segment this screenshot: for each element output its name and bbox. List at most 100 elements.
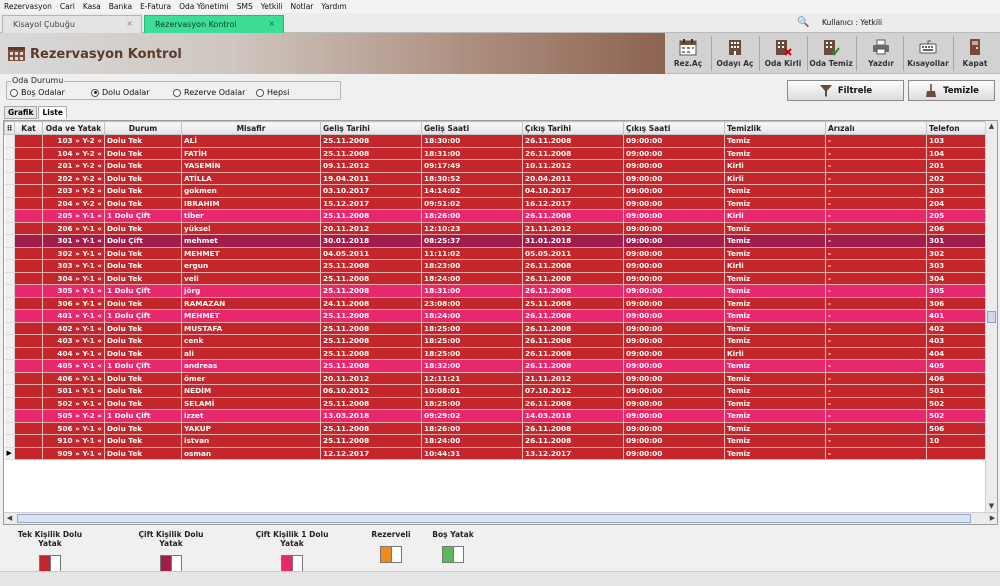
cell-csaat[interactable]: 09:00:00 <box>623 359 725 373</box>
cell-kat[interactable] <box>14 334 43 348</box>
cell-gtarih[interactable]: 25.11.2008 <box>320 147 422 160</box>
cell-durum[interactable]: Dolu Tek <box>104 247 182 260</box>
cell-durum[interactable]: Dolu Tek <box>104 334 182 348</box>
cell-arizali[interactable]: - <box>825 447 927 460</box>
menu-banka[interactable]: Banka <box>109 2 132 11</box>
cell-durum[interactable]: Dolu Tek <box>104 434 182 448</box>
scroll-left-icon[interactable]: ◀ <box>4 513 15 524</box>
cell-gtarih[interactable]: 03.10.2017 <box>320 184 422 198</box>
cell-gsaat[interactable]: 12:11:21 <box>421 372 523 385</box>
cell-oda[interactable]: 505 » Y-2 « <box>42 409 105 423</box>
cell-arizali[interactable]: - <box>825 309 927 323</box>
cell-arizali[interactable]: - <box>825 359 927 373</box>
cell-gtarih[interactable]: 06.10.2012 <box>320 384 422 398</box>
row-indicator[interactable] <box>4 247 15 260</box>
col-telefon[interactable]: Telefon <box>926 121 988 135</box>
cell-temizlik[interactable]: Temiz <box>724 359 826 373</box>
cell-kat[interactable] <box>14 397 43 410</box>
cell-temizlik[interactable]: Kirli <box>724 209 826 223</box>
cell-csaat[interactable]: 09:00:00 <box>623 159 725 173</box>
table-row[interactable]: 204 » Y-2 «Dolu Tek IBRAHIM 15.12.2017 09:5… <box>4 197 988 210</box>
cell-temizlik[interactable]: Temiz <box>724 234 826 248</box>
cell-misafir[interactable]: gokmen <box>181 184 321 198</box>
cell-telefon[interactable]: 404 <box>926 347 988 360</box>
cell-arizali[interactable]: - <box>825 159 927 173</box>
row-indicator[interactable] <box>4 309 15 323</box>
close-icon[interactable]: × <box>268 19 275 28</box>
cell-csaat[interactable]: 09:00:00 <box>623 347 725 360</box>
cell-kat[interactable] <box>14 159 43 173</box>
cell-csaat[interactable]: 09:00:00 <box>623 322 725 335</box>
cell-durum[interactable]: 1 Dolu Çift <box>104 409 182 423</box>
cell-csaat[interactable]: 09:00:00 <box>623 272 725 285</box>
cell-gsaat[interactable]: 18:24:00 <box>421 272 523 285</box>
cell-kat[interactable] <box>14 309 43 323</box>
cell-csaat[interactable]: 09:00:00 <box>623 134 725 148</box>
cell-gsaat[interactable]: 18:30:52 <box>421 172 523 185</box>
cell-kat[interactable] <box>14 259 43 273</box>
radio-bos-odalar[interactable]: Boş Odalar <box>10 88 65 97</box>
cell-telefon[interactable]: 202 <box>926 172 988 185</box>
cell-oda[interactable]: 202 » Y-2 « <box>42 172 105 185</box>
cell-oda[interactable]: 406 » Y-1 « <box>42 372 105 385</box>
cell-arizali[interactable]: - <box>825 222 927 235</box>
cell-durum[interactable]: 1 Dolu Çift <box>104 309 182 323</box>
cell-gtarih[interactable]: 25.11.2008 <box>320 322 422 335</box>
table-row[interactable]: 502 » Y-1 «Dolu Tek SELAMİ 25.11.2008 18:25… <box>4 397 988 410</box>
col-gelis-tarihi[interactable]: Geliş Tarihi <box>320 121 422 135</box>
cell-oda[interactable]: 305 » Y-1 « <box>42 284 105 298</box>
cell-gsaat[interactable]: 18:32:00 <box>421 359 523 373</box>
cell-telefon[interactable]: 303 <box>926 259 988 273</box>
cell-telefon[interactable]: 406 <box>926 372 988 385</box>
cell-ctarih[interactable]: 21.11.2012 <box>522 222 624 235</box>
cell-temizlik[interactable]: Temiz <box>724 284 826 298</box>
cell-oda[interactable]: 205 » Y-1 « <box>42 209 105 223</box>
cell-misafir[interactable]: andreas <box>181 359 321 373</box>
cell-telefon[interactable]: 306 <box>926 297 988 310</box>
cell-temizlik[interactable]: Temiz <box>724 372 826 385</box>
cell-ctarih[interactable]: 26.11.2008 <box>522 397 624 410</box>
cell-gtarih[interactable]: 25.11.2008 <box>320 434 422 448</box>
cell-kat[interactable] <box>14 409 43 423</box>
cell-telefon[interactable]: 506 <box>926 422 988 435</box>
cell-gsaat[interactable]: 18:24:00 <box>421 309 523 323</box>
table-row[interactable]: 302 » Y-1 «Dolu Tek MEHMET 04.05.2011 11:11… <box>4 247 988 260</box>
row-indicator[interactable] <box>4 197 15 210</box>
cell-gtarih[interactable]: 20.11.2012 <box>320 222 422 235</box>
cell-durum[interactable]: Dolu Tek <box>104 422 182 435</box>
cell-durum[interactable]: Dolu Tek <box>104 372 182 385</box>
cell-gtarih[interactable]: 04.05.2011 <box>320 247 422 260</box>
cell-durum[interactable]: Dolu Tek <box>104 184 182 198</box>
table-row[interactable]: 205 » Y-1 «1 Dolu Çift tiber 25.11.2008 18:… <box>4 209 988 223</box>
cell-gsaat[interactable]: 18:26:00 <box>421 422 523 435</box>
tab-grafik[interactable]: Grafik <box>4 106 38 119</box>
menu-efatura[interactable]: E-Fatura <box>140 2 171 11</box>
cell-durum[interactable]: Dolu Tek <box>104 159 182 173</box>
kisayollar-button[interactable]: Kısayollar <box>905 33 951 74</box>
cell-durum[interactable]: Dolu Çift <box>104 234 182 248</box>
table-row[interactable]: 402 » Y-1 «Dolu Tek MUSTAFA 25.11.2008 18:2… <box>4 322 988 335</box>
cell-telefon[interactable]: 502 <box>926 397 988 410</box>
cell-telefon[interactable]: 302 <box>926 247 988 260</box>
cell-csaat[interactable]: 09:00:00 <box>623 422 725 435</box>
col-cikis-tarihi[interactable]: Çıkış Tarihi <box>522 121 624 135</box>
cell-ctarih[interactable]: 07.10.2012 <box>522 384 624 398</box>
table-row[interactable]: 202 » Y-2 «Dolu Tek ATİLLA 19.04.2011 18:30… <box>4 172 988 185</box>
cell-kat[interactable] <box>14 209 43 223</box>
table-row[interactable]: 201 » Y-2 «Dolu Tek YASEMİN 09.11.2012 09:1… <box>4 159 988 173</box>
cell-gtarih[interactable]: 25.11.2008 <box>320 422 422 435</box>
cell-misafir[interactable]: jörg <box>181 284 321 298</box>
menu-sms[interactable]: SMS <box>237 2 253 11</box>
cell-telefon[interactable]: 203 <box>926 184 988 198</box>
col-durum[interactable]: Durum <box>104 121 182 135</box>
cell-durum[interactable]: Dolu Tek <box>104 259 182 273</box>
cell-gtarih[interactable]: 30.01.2018 <box>320 234 422 248</box>
cell-csaat[interactable]: 09:00:00 <box>623 297 725 310</box>
cell-oda[interactable]: 304 » Y-1 « <box>42 272 105 285</box>
cell-temizlik[interactable]: Temiz <box>724 309 826 323</box>
cell-misafir[interactable]: ergun <box>181 259 321 273</box>
col-temizlik[interactable]: Temizlik <box>724 121 826 135</box>
row-indicator[interactable] <box>4 372 15 385</box>
cell-misafir[interactable]: NEDİM <box>181 384 321 398</box>
cell-temizlik[interactable]: Kirli <box>724 347 826 360</box>
